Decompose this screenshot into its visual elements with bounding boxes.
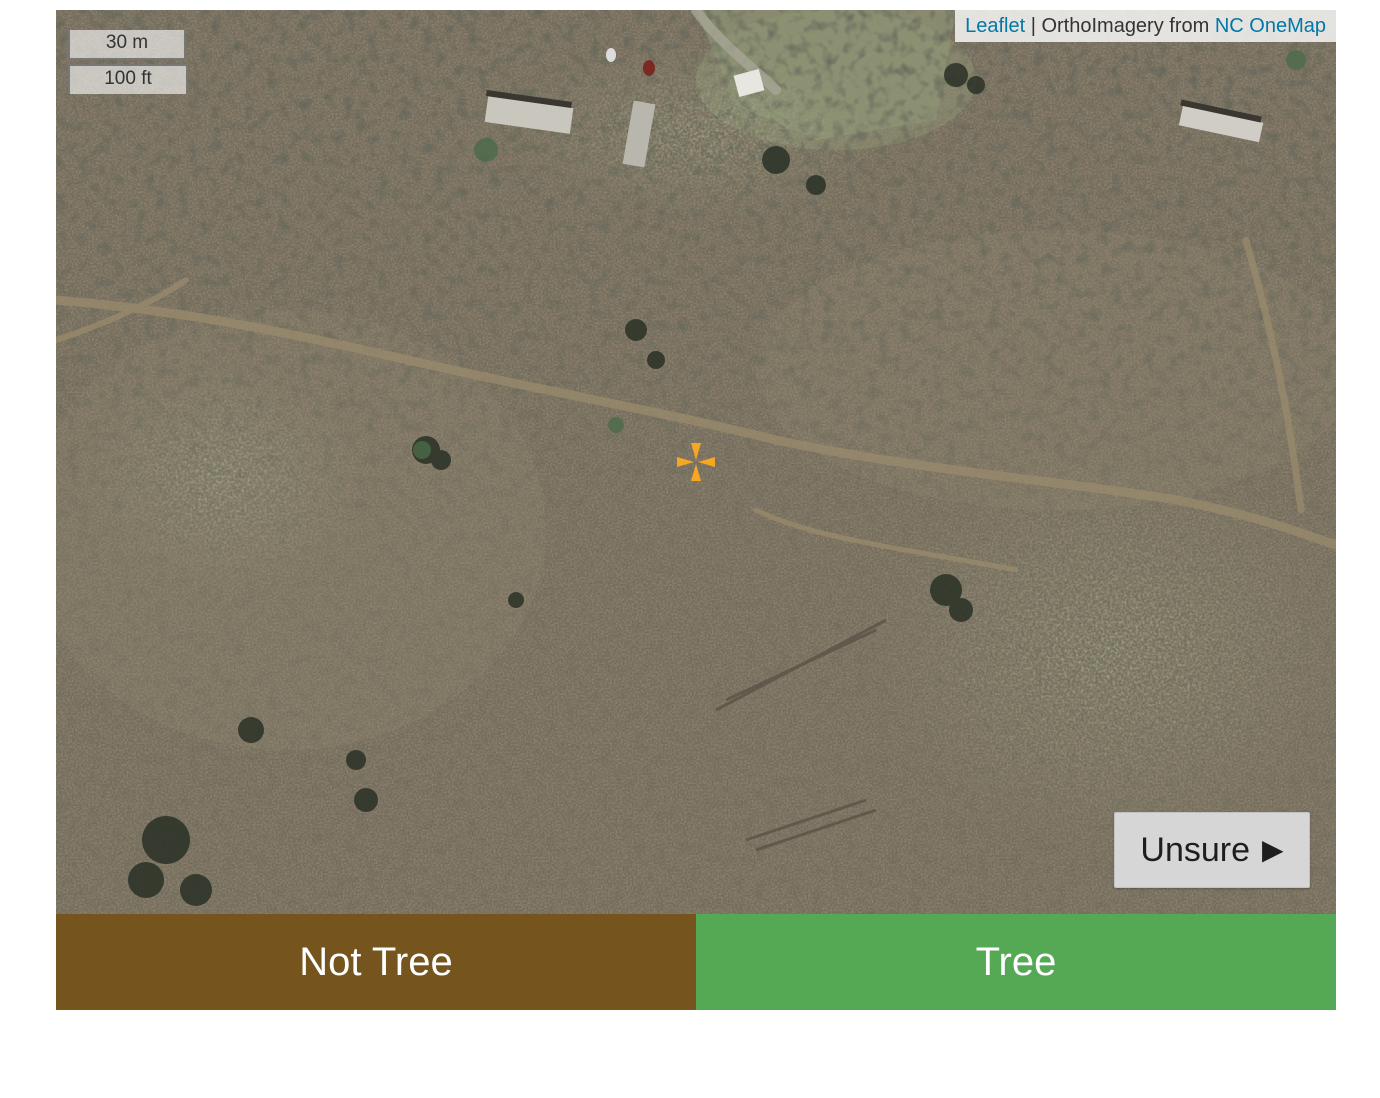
tree-button[interactable]: Tree [696,914,1336,1010]
attribution-separator: | [1025,15,1042,37]
not-tree-label: Not Tree [299,939,453,984]
labeling-app: 30 m 100 ft Leaflet | OrthoImagery from … [0,0,1380,1098]
scale-control: 30 m 100 ft [68,30,188,94]
play-arrow-icon: ▶ [1262,834,1284,865]
not-tree-button[interactable]: Not Tree [56,914,696,1010]
attribution-text: OrthoImagery from [1041,15,1215,37]
unsure-button[interactable]: Unsure ▶ [1114,812,1310,888]
nc-onemap-link[interactable]: NC OneMap [1215,15,1326,37]
map-attribution: Leaflet | OrthoImagery from NC OneMap [955,10,1336,42]
unsure-label: Unsure [1140,830,1251,869]
aerial-imagery [56,10,1336,914]
scale-imperial: 100 ft [68,64,188,94]
leaflet-link[interactable]: Leaflet [965,15,1025,37]
aerial-map[interactable]: 30 m 100 ft Leaflet | OrthoImagery from … [56,10,1336,914]
scale-metric: 30 m [68,30,186,60]
tree-label: Tree [975,939,1057,984]
